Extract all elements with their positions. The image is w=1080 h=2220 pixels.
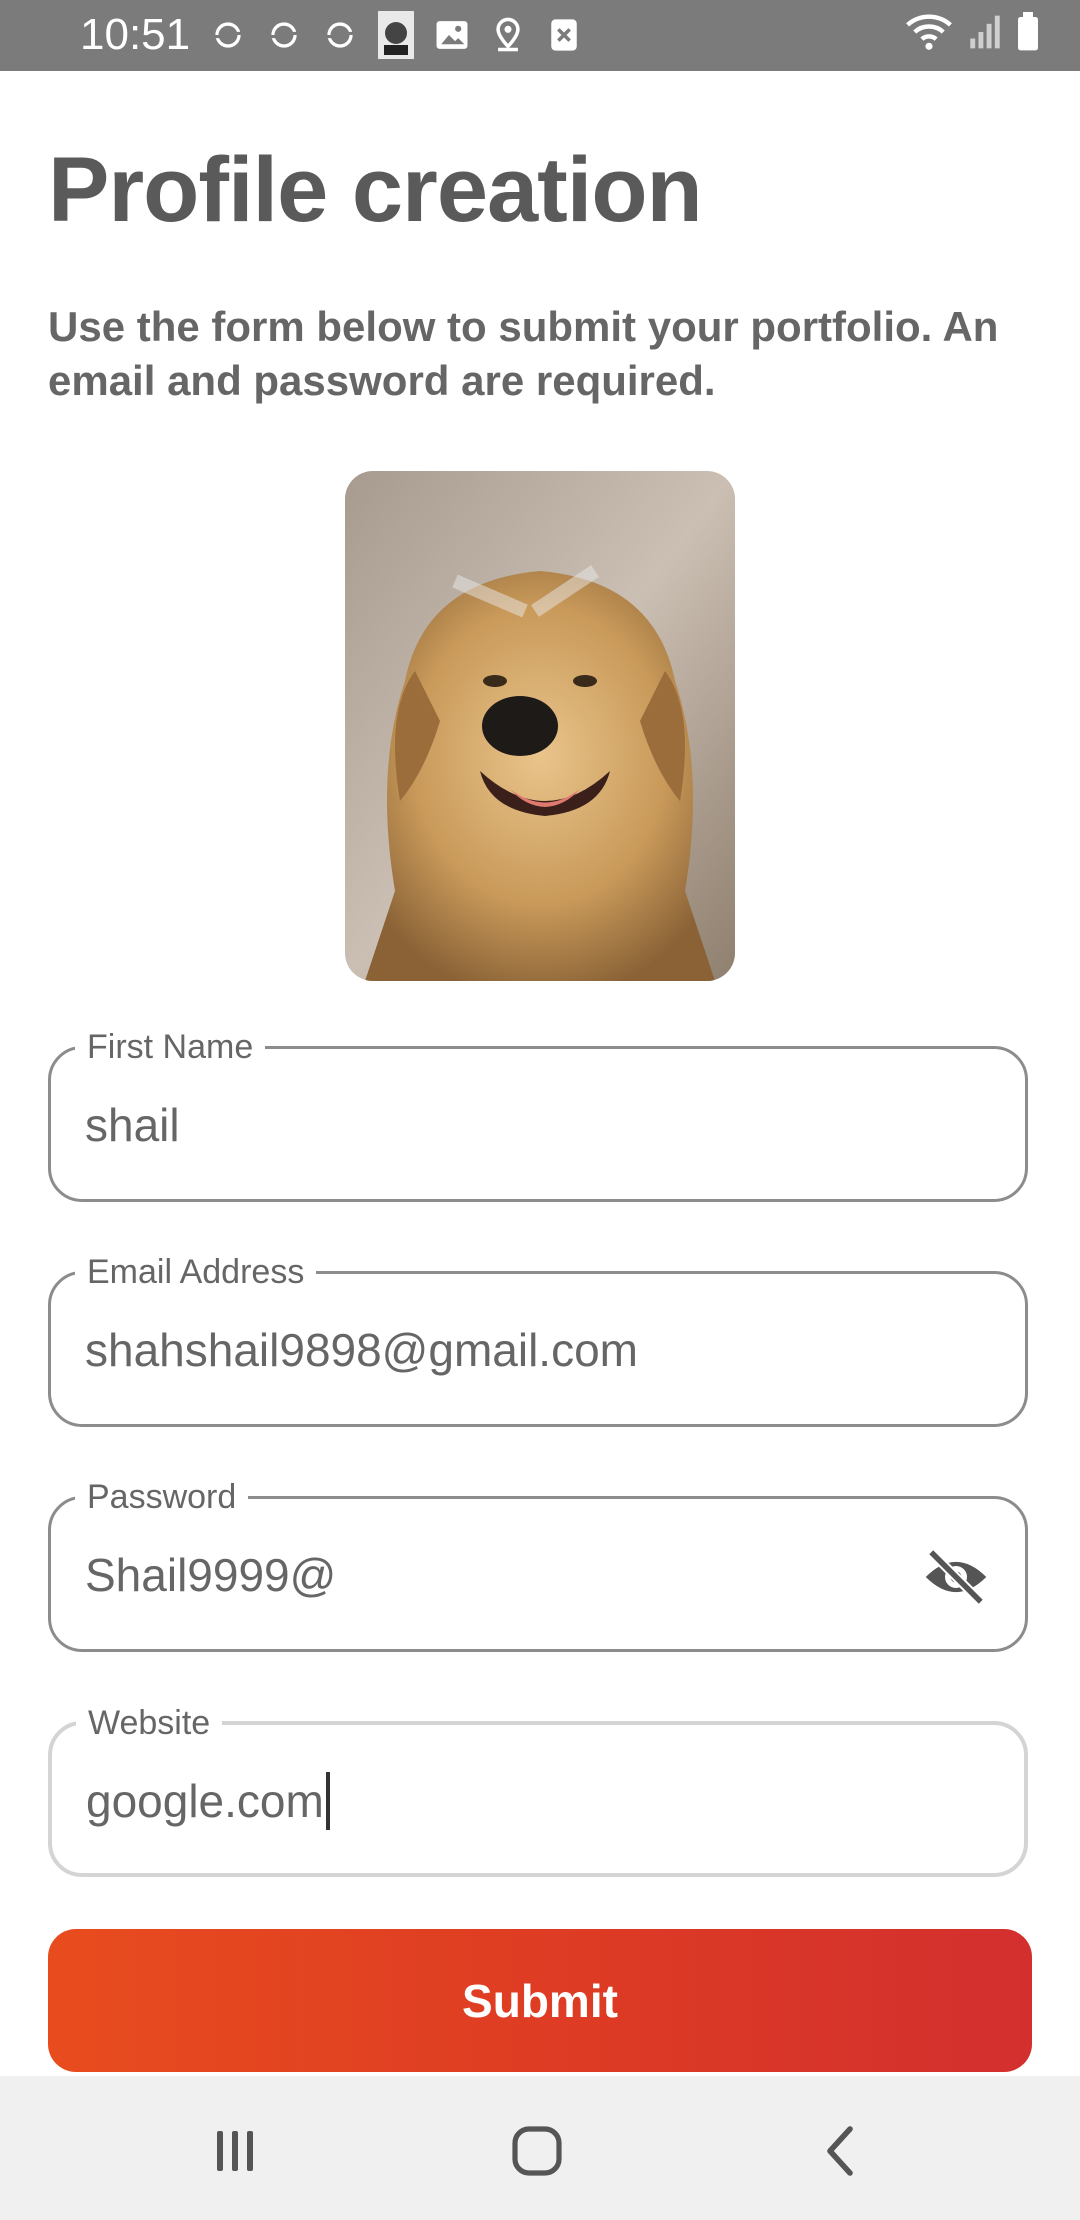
password-label: Password (75, 1477, 249, 1517)
website-value: google.com (86, 1775, 324, 1827)
back-icon[interactable] (800, 2116, 880, 2186)
sync-icon (317, 12, 363, 58)
navigation-bar (0, 2076, 1080, 2220)
location-icon (485, 12, 531, 58)
status-time: 10:51 (80, 10, 191, 59)
password-field[interactable]: Password Shail9999@ (48, 1477, 1028, 1652)
close-box-icon (541, 12, 587, 58)
email-input[interactable]: shahshail9898@gmail.com (85, 1322, 638, 1378)
page-title: Profile creation (48, 139, 703, 241)
submit-button[interactable]: Submit (48, 1929, 1032, 2072)
website-input[interactable]: google.com (86, 1771, 330, 1834)
email-label: Email Address (75, 1252, 317, 1292)
recent-apps-icon[interactable] (195, 2116, 275, 2186)
sync-icon (205, 12, 251, 58)
battery-icon (1016, 12, 1040, 57)
text-cursor (325, 1771, 330, 1830)
image-icon (429, 12, 475, 58)
dog-photo (345, 471, 735, 981)
first-name-input[interactable]: shail (85, 1097, 180, 1153)
signal-icon (968, 14, 1002, 55)
email-field[interactable]: Email Address shahshail9898@gmail.com (48, 1252, 1028, 1427)
wifi-icon (904, 12, 954, 57)
first-name-field[interactable]: First Name shail (48, 1027, 1028, 1202)
page-subtitle: Use the form below to submit your portfo… (48, 303, 999, 404)
first-name-label: First Name (75, 1027, 266, 1067)
profile-photo[interactable] (345, 471, 735, 981)
password-input[interactable]: Shail9999@ (85, 1547, 336, 1603)
website-label: Website (76, 1703, 223, 1743)
status-bar: 10:51 (0, 0, 1080, 71)
system-icons (904, 12, 1040, 57)
website-field[interactable]: Website google.com (48, 1703, 1028, 1877)
app-thumbnail-icon (373, 11, 419, 59)
home-icon[interactable] (497, 2116, 577, 2186)
sync-icon (261, 12, 307, 58)
notification-icons (205, 11, 587, 59)
eye-off-icon[interactable] (921, 1545, 991, 1609)
